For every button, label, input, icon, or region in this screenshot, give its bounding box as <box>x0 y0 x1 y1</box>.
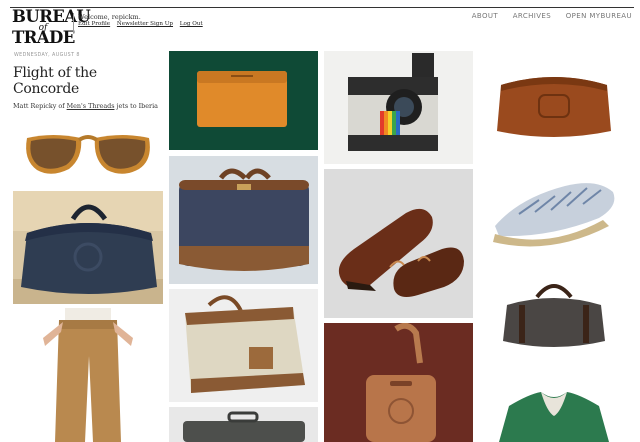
nav-archives[interactable]: ARCHIVES <box>513 12 551 20</box>
product-khaki-chinos[interactable] <box>13 308 163 442</box>
nav-open-mybureau[interactable]: OPEN MYBUREAU <box>566 12 632 20</box>
dopp-kit-image <box>479 51 629 150</box>
tote-image <box>169 289 318 402</box>
card-case-image <box>169 51 318 150</box>
user-links: Edit Profile Newsletter Sign Up Log Out <box>78 21 208 27</box>
sunglasses-image <box>13 120 163 187</box>
edit-profile-link[interactable]: Edit Profile <box>78 21 110 27</box>
product-sunglasses[interactable] <box>13 120 163 187</box>
moccasins-image <box>324 169 473 318</box>
header-rule <box>10 7 634 8</box>
subtitle-suffix: jets to Iberia <box>114 102 158 110</box>
post-subtitle: Matt Repicky of Men's Threads jets to Ib… <box>13 102 173 110</box>
product-navy-canvas-suitcase[interactable] <box>169 156 318 284</box>
product-leather-luggage-tag[interactable] <box>324 323 473 442</box>
suitcase-image <box>169 156 318 284</box>
espadrille-image <box>479 156 629 255</box>
post-title[interactable]: Flight of the Concorde <box>13 65 163 97</box>
product-canvas-tote-bag[interactable] <box>169 289 318 402</box>
bureau-of-trade-logo[interactable]: BUREAU of TRADE <box>12 8 91 47</box>
product-leather-camp-moccasins[interactable] <box>324 169 473 318</box>
duffel-image <box>13 191 163 304</box>
camera-image <box>324 51 473 164</box>
logo-divider <box>73 13 74 33</box>
product-orange-leather-card-case[interactable] <box>169 51 318 150</box>
newsletter-signup-link[interactable]: Newsletter Sign Up <box>117 21 173 27</box>
product-leather-dopp-kit[interactable] <box>479 51 629 150</box>
sweatshirt-image <box>479 366 629 442</box>
top-nav: ABOUT ARCHIVES OPEN MYBUREAU <box>460 12 632 20</box>
welcome-message: Welcome, repickm. <box>78 13 141 21</box>
product-grey-weekender-duffel[interactable] <box>479 261 629 361</box>
luggage-tag-image <box>324 323 473 442</box>
product-navy-leather-duffel[interactable] <box>13 191 163 304</box>
product-grey-hardcase[interactable] <box>169 407 318 442</box>
product-green-sweatshirt[interactable] <box>479 366 629 442</box>
mens-threads-link[interactable]: Men's Threads <box>67 102 115 110</box>
product-striped-espadrille[interactable] <box>479 156 629 255</box>
weekender-image <box>479 261 629 361</box>
nav-about[interactable]: ABOUT <box>472 12 498 20</box>
product-polaroid-camera[interactable] <box>324 51 473 164</box>
log-out-link[interactable]: Log Out <box>180 21 203 27</box>
subtitle-prefix: Matt Repicky of <box>13 102 67 110</box>
hardcase-image <box>169 407 318 442</box>
chinos-image <box>13 308 163 442</box>
logo-word-trade: TRADE <box>12 27 75 47</box>
post-date: WEDNESDAY, AUGUST 8 <box>14 53 80 58</box>
